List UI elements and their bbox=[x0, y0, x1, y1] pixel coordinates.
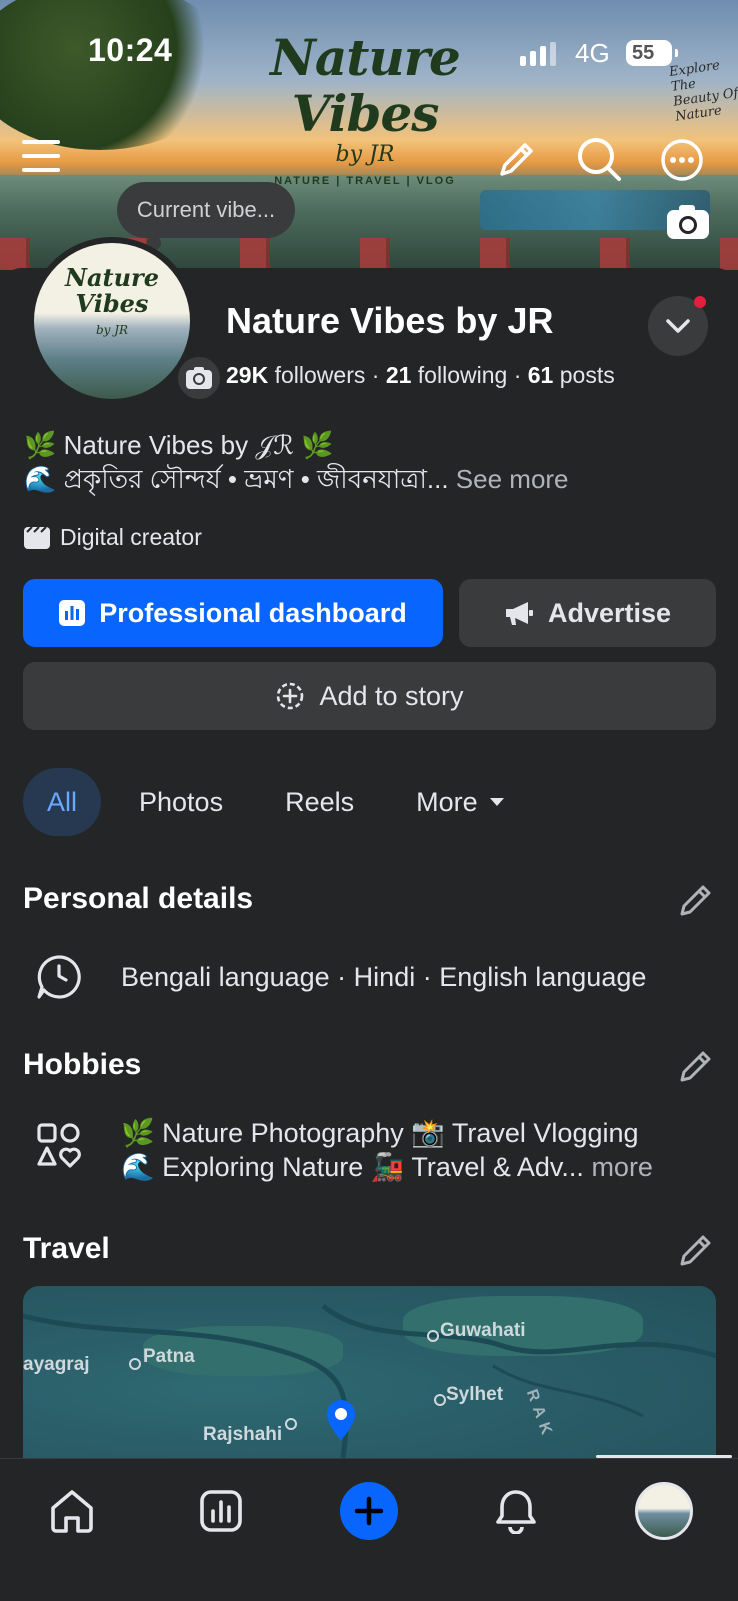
languages-text: Bengali language · Hindi · English langu… bbox=[121, 962, 647, 992]
profile-tabs: All Photos Reels More bbox=[23, 768, 544, 836]
stats-separator: · bbox=[513, 362, 522, 388]
profile-bio: 🌿 Nature Vibes by 𝒥ℛ 🌿 🌊 প্রকৃতির সৌন্দর… bbox=[24, 428, 569, 496]
hobbies-title: Hobbies bbox=[23, 1048, 142, 1081]
posts-count[interactable]: 61 bbox=[528, 362, 554, 388]
map-label: Sylhet bbox=[446, 1384, 504, 1405]
status-time: 10:24 bbox=[88, 32, 173, 68]
following-count[interactable]: 21 bbox=[386, 362, 412, 388]
hobbies-line-2: 🌊 Exploring Nature 🚂 Travel & Adv... bbox=[121, 1152, 584, 1182]
cover-logo-by: by JR bbox=[335, 142, 395, 167]
map-point bbox=[129, 1358, 141, 1370]
bio-see-more-link[interactable]: See more bbox=[456, 464, 569, 494]
map-label: Patna bbox=[143, 1346, 195, 1367]
map-point bbox=[434, 1394, 446, 1406]
status-bar: 10:24 4G 55 bbox=[0, 0, 738, 100]
language-icon bbox=[36, 954, 82, 1005]
advertise-button-label: Advertise bbox=[547, 597, 672, 628]
nav-notifications-icon[interactable] bbox=[486, 1481, 546, 1541]
plus-icon bbox=[340, 1482, 398, 1540]
stats-separator: · bbox=[371, 362, 380, 388]
map-label: Guwahati bbox=[440, 1320, 526, 1341]
map-point bbox=[427, 1330, 439, 1342]
hobbies-shapes-icon bbox=[36, 1122, 82, 1173]
edit-personal-details-icon[interactable] bbox=[678, 882, 714, 918]
nav-dashboard-icon[interactable] bbox=[191, 1481, 251, 1541]
dashboard-button-label: Professional dashboard bbox=[99, 597, 407, 628]
map-pin-icon bbox=[325, 1398, 357, 1447]
hobbies-text: 🌿 Nature Photography 📸 Travel Vlogging 🌊… bbox=[121, 1116, 653, 1184]
personal-details-title: Personal details bbox=[23, 882, 254, 915]
hobbies-more-link[interactable]: more bbox=[591, 1152, 653, 1182]
edit-pencil-icon[interactable] bbox=[496, 138, 538, 185]
following-label[interactable]: following bbox=[418, 362, 508, 388]
edit-travel-icon[interactable] bbox=[678, 1232, 714, 1268]
nav-profile-avatar[interactable] bbox=[634, 1481, 694, 1541]
tab-reels[interactable]: Reels bbox=[261, 768, 378, 836]
menu-icon[interactable] bbox=[22, 138, 62, 179]
profile-name: Nature Vibes by JR bbox=[226, 300, 554, 341]
avatar-logo-by: by JR bbox=[95, 323, 129, 337]
followers-count[interactable]: 29K bbox=[226, 362, 268, 388]
more-options-icon[interactable] bbox=[660, 138, 704, 187]
tab-more[interactable]: More bbox=[392, 768, 530, 836]
notification-dot bbox=[694, 296, 706, 308]
map-label: ayagraj bbox=[23, 1354, 90, 1375]
hobbies-line-1: 🌿 Nature Photography 📸 Travel Vlogging bbox=[121, 1118, 639, 1148]
add-story-button-label: Add to story bbox=[319, 680, 464, 711]
note-bubble[interactable]: Current vibe... bbox=[117, 182, 295, 250]
avatar-camera-icon[interactable] bbox=[174, 353, 224, 403]
followers-label[interactable]: followers bbox=[275, 362, 366, 388]
tab-all[interactable]: All bbox=[23, 768, 102, 836]
tab-more-label: More bbox=[416, 786, 478, 817]
nav-create-button[interactable] bbox=[339, 1481, 399, 1541]
add-story-icon bbox=[277, 682, 304, 710]
bio-line-1: 🌿 Nature Vibes by 𝒥ℛ 🌿 bbox=[24, 430, 334, 460]
clapperboard-icon bbox=[24, 526, 50, 549]
professional-dashboard-button[interactable]: Professional dashboard bbox=[23, 579, 443, 647]
network-type: 4G bbox=[575, 38, 610, 68]
note-placeholder: Current vibe... bbox=[136, 197, 276, 222]
profile-category: Digital creator bbox=[24, 524, 202, 551]
map-rivers bbox=[23, 1304, 716, 1458]
search-icon[interactable] bbox=[576, 136, 622, 187]
travel-map[interactable]: Guwahati ayagraj Patna Sylhet Rajshahi R… bbox=[23, 1286, 716, 1458]
map-point bbox=[285, 1418, 297, 1430]
travel-title: Travel bbox=[23, 1232, 110, 1265]
nav-home-icon[interactable] bbox=[42, 1481, 102, 1541]
avatar bbox=[635, 1482, 693, 1540]
megaphone-icon bbox=[505, 602, 533, 625]
dashboard-chart-icon bbox=[59, 600, 86, 626]
edit-hobbies-icon[interactable] bbox=[678, 1048, 714, 1084]
add-to-story-button[interactable]: Add to story bbox=[23, 662, 716, 730]
caret-down-icon bbox=[489, 798, 504, 806]
profile-stats: 29K followers · 21 following · 61 posts bbox=[226, 362, 615, 389]
map-label: Rajshahi bbox=[203, 1424, 283, 1445]
advertise-button[interactable]: Advertise bbox=[459, 579, 716, 647]
bio-line-2: 🌊 প্রকৃতির সৌন্দর্য • ভ্রমণ • জীবনযাত্রা… bbox=[24, 464, 449, 494]
tab-photos[interactable]: Photos bbox=[115, 768, 247, 836]
battery-level: 55 bbox=[632, 41, 655, 64]
profile-avatar[interactable]: Nature Vibes by JR bbox=[28, 237, 224, 405]
bottom-nav-bar bbox=[0, 1458, 738, 1601]
category-label: Digital creator bbox=[60, 524, 202, 550]
avatar-logo-name: Nature Vibes bbox=[65, 263, 159, 318]
cover-camera-icon[interactable] bbox=[666, 204, 710, 245]
signal-icon bbox=[520, 42, 556, 66]
active-tab-indicator bbox=[596, 1455, 732, 1458]
posts-label[interactable]: posts bbox=[560, 362, 615, 388]
battery-icon: 55 bbox=[626, 40, 678, 66]
